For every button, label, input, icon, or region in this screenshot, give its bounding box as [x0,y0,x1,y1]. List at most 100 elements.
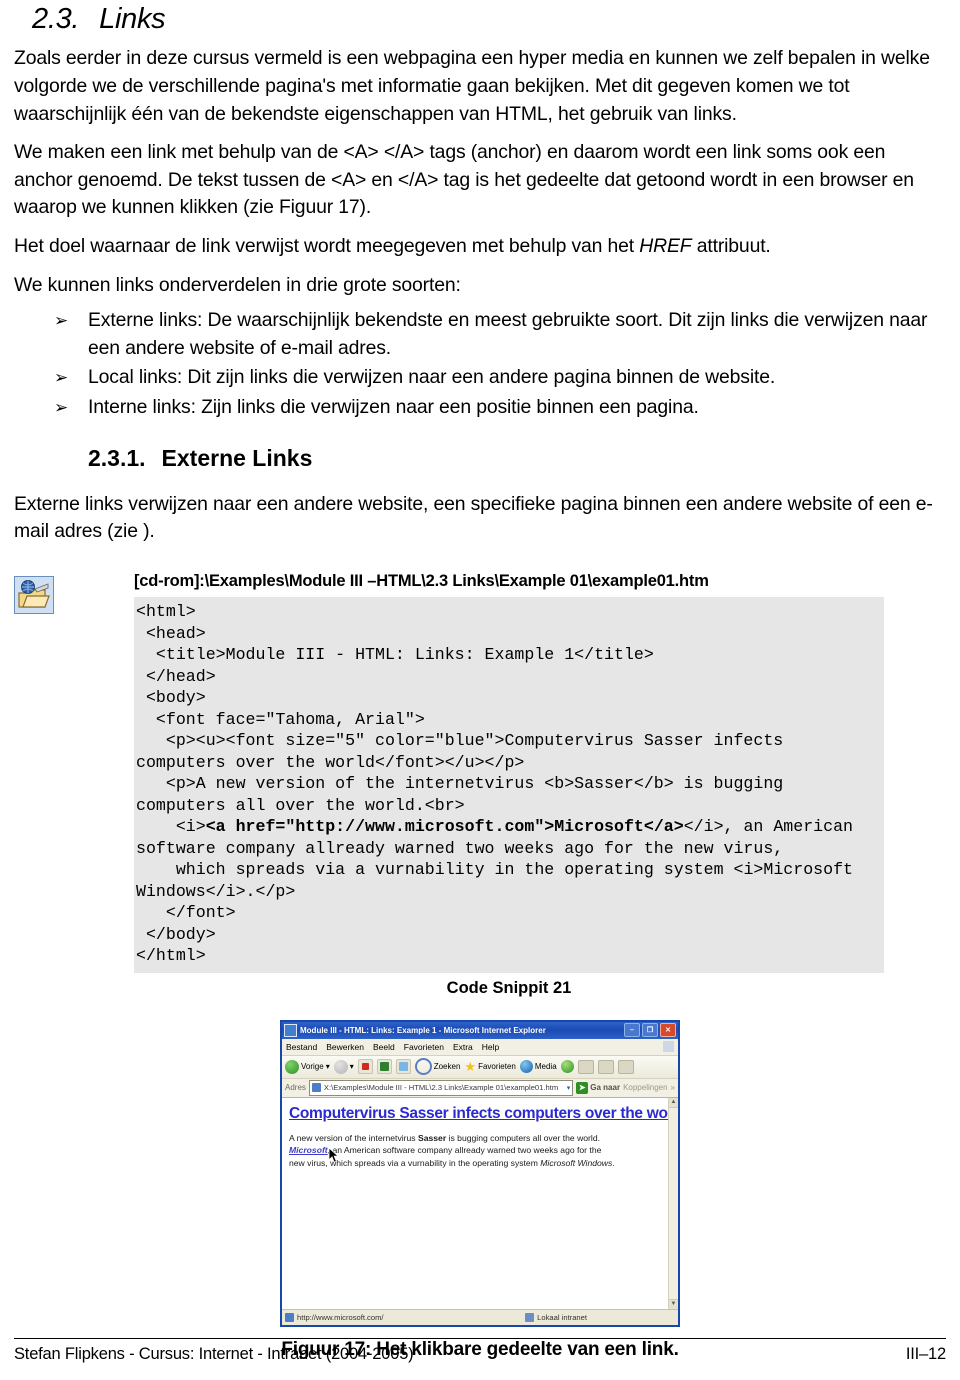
refresh-button[interactable] [376,1059,392,1075]
code-line: which spreads via a vurnability in the o… [136,860,863,901]
forward-arrow-icon [333,1059,348,1074]
back-dropdown-caret-icon[interactable]: ▾ [326,1062,330,1071]
forward-button[interactable]: ▾ [333,1059,354,1074]
sasser-bold: Sasser [417,1132,447,1143]
body-text-4: . [612,1157,615,1168]
code-line: <head> [136,623,206,643]
address-bar: Adres X:\Examples\Module III - HTML\2.3 … [282,1078,678,1098]
footer-page-number: III–12 [905,1345,946,1363]
microsoft-link[interactable]: Microsoft [289,1145,328,1155]
address-value: X:\Examples\Module III - HTML\2.3 Links\… [323,1083,559,1093]
favorites-button[interactable]: ★ Favorieten [464,1060,515,1073]
code-line-bold: <a href="http://www.microsoft.com">Micro… [205,817,684,837]
code-line: <html> [136,602,196,622]
edit-icon[interactable] [617,1059,634,1074]
menu-item-bestand[interactable]: Bestand [286,1042,317,1052]
media-button[interactable]: Media [519,1060,557,1074]
browser-toolbar: Vorige ▾ ▾ Zoeken ★ Favorieten Media [282,1055,678,1079]
page-footer: Stefan Flipkens - Cursus: Internet - Int… [14,1338,946,1364]
star-icon: ★ [464,1059,477,1075]
home-button[interactable] [395,1059,411,1075]
code-line: </head> [136,666,216,686]
section-heading: 2.3. Links [32,3,946,35]
example-block: [cd-rom]:\Examples\Module III –HTML\2.3 … [14,572,946,998]
arrow-bullet-icon: ➢ [54,397,69,417]
code-line: <font face="Tahoma, Arial"> [136,709,425,729]
forward-dropdown-caret-icon[interactable]: ▾ [350,1062,354,1071]
print-icon[interactable] [597,1059,614,1074]
history-icon[interactable] [560,1060,574,1074]
mail-icon[interactable] [577,1059,594,1074]
paragraph-three-kinds: We kunnen links onderverdelen in drie gr… [14,273,461,296]
code-line: </html> [136,946,206,966]
maximize-button[interactable]: ❐ [642,1023,658,1038]
menu-item-bewerken[interactable]: Bewerken [326,1042,364,1052]
list-item-label: Interne links: Zijn links die verwijzen … [88,395,699,418]
subsection-title: Externe Links [161,444,313,471]
media-button-label: Media [534,1062,557,1072]
subsection-number: 2.3.1. [88,444,146,471]
page-icon [311,1083,321,1093]
stop-button[interactable] [357,1059,373,1075]
paragraph-anchor-tags: We maken een link met behulp van de <A> … [14,141,914,219]
status-bar: http://www.microsoft.com/ Lokaal intrane… [282,1308,678,1325]
code-line: <i> [136,817,206,837]
address-label: Adres [285,1083,306,1093]
security-zone: Lokaal intranet [525,1312,587,1322]
favorites-button-label: Favorieten [478,1062,516,1072]
page-scrollbar[interactable]: ▲ ▼ [668,1097,678,1309]
menu-item-beeld[interactable]: Beeld [373,1042,395,1052]
code-line: <body> [136,688,206,708]
code-line: </font> [136,903,236,923]
href-text-before: Het doel waarnaar de link verwijst wordt… [14,235,640,257]
code-line: <p>A new version of the internetvirus <b… [136,774,794,815]
footer-divider [14,1338,946,1339]
code-line: <title>Module III - HTML: Links: Example… [136,645,654,665]
paragraph-href: Het doel waarnaar de link verwijst wordt… [14,233,946,261]
list-item: ➢ Interne links: Zijn links die verwijze… [14,394,946,422]
href-keyword: HREF [639,235,692,257]
window-title-text: Module III - HTML: Links: Example 1 - Mi… [300,1025,546,1035]
list-item: ➢ Local links: Dit zijn links die verwij… [14,364,946,392]
document-page: 2.3. Links Zoals eerder in deze cursus v… [0,4,960,1380]
menu-item-extra[interactable]: Extra [453,1042,473,1052]
back-button[interactable]: Vorige ▾ [285,1059,330,1074]
href-text-after: attribuut. [691,235,771,257]
code-snippet-caption: Code Snippit 21 [446,978,572,997]
search-button-label: Zoeken [433,1062,461,1072]
body-text-1: A new version of the internetvirus [289,1132,418,1143]
menu-item-favorieten[interactable]: Favorieten [404,1042,444,1052]
minimize-button[interactable]: – [624,1023,640,1038]
close-button[interactable]: ✕ [660,1023,676,1038]
search-button[interactable]: Zoeken [414,1058,461,1076]
section-title: Links [99,3,166,35]
footer-author: Stefan Flipkens - Cursus: Internet - Int… [14,1345,414,1363]
list-item: ➢ Externe links: De waarschijnlijk beken… [14,307,946,362]
body-text-2: is bugging computers all over the world. [446,1132,600,1143]
window-buttons: – ❐ ✕ [624,1023,676,1038]
arrow-bullet-icon: ➢ [54,311,69,331]
subsection-heading: 2.3.1. Externe Links [88,444,946,471]
page-content: Computervirus Sasser infects computers o… [282,1097,678,1309]
menu-bar: Bestand Bewerken Beeld Favorieten Extra … [282,1038,678,1056]
arrow-bullet-icon: ➢ [54,368,69,388]
address-input[interactable]: X:\Examples\Module III - HTML\2.3 Links\… [308,1079,574,1096]
status-url: http://www.microsoft.com/ [297,1312,384,1322]
zone-label: Lokaal intranet [537,1312,587,1322]
code-line: <p><u><font size="5" color="blue">Comput… [136,731,794,772]
go-button-label: Ga naar [590,1083,621,1093]
scroll-up-arrow-icon[interactable]: ▲ [669,1097,678,1108]
back-button-label: Vorige [301,1062,324,1072]
search-icon [414,1058,432,1076]
menu-item-help[interactable]: Help [482,1042,499,1052]
example-file-path: [cd-rom]:\Examples\Module III –HTML\2.3 … [134,572,709,591]
go-button[interactable]: ➤ Ga naar [576,1081,621,1094]
scroll-down-arrow-icon[interactable]: ▼ [669,1298,678,1309]
chevron-down-icon[interactable]: ▾ [567,1084,571,1092]
go-arrow-icon: ➤ [576,1081,589,1094]
chevron-right-icon[interactable]: » [671,1083,675,1092]
links-bar-label[interactable]: Koppelingen [623,1083,667,1092]
status-page-icon [285,1312,294,1322]
ie-app-icon [284,1023,297,1037]
internet-explorer-window: Module III - HTML: Links: Example 1 - Mi… [280,1019,680,1327]
